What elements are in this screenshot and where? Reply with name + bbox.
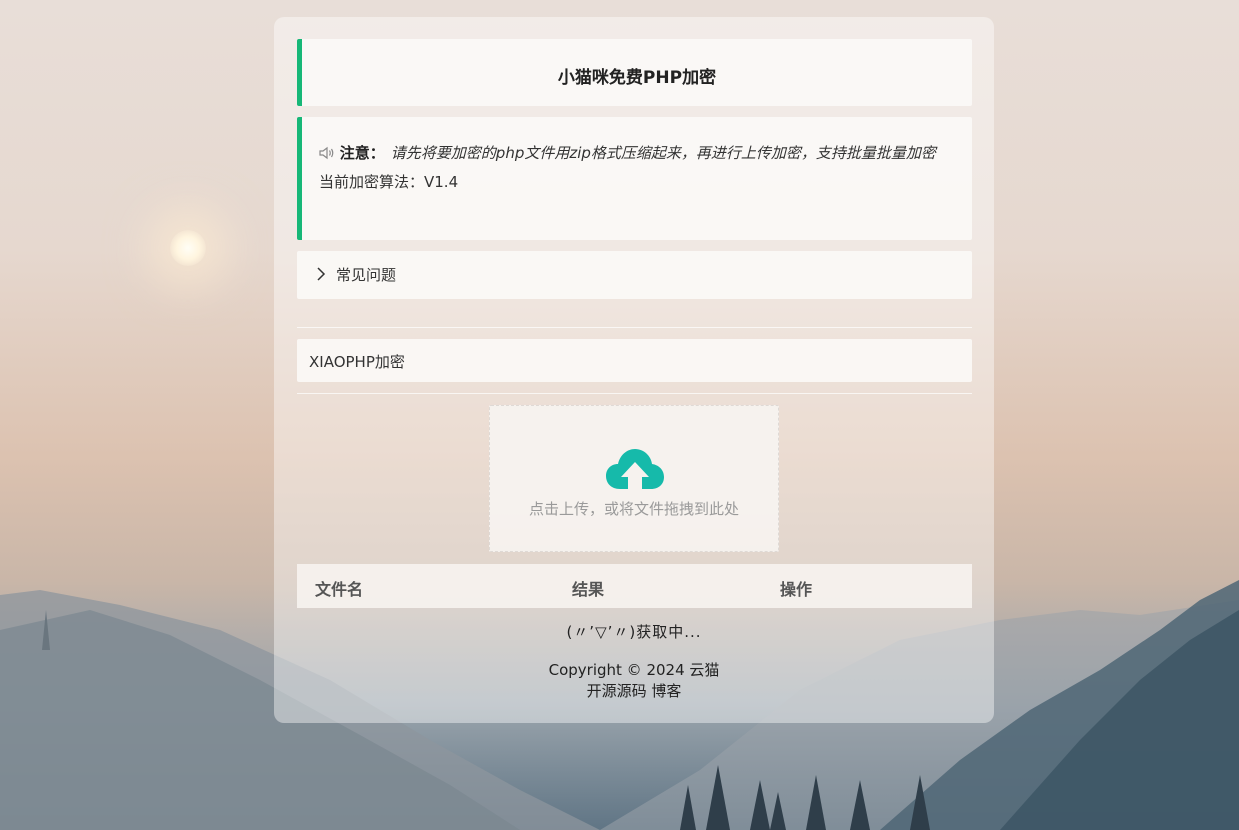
footer-links: 开源源码 博客 — [274, 681, 994, 702]
notice-label: 注意： — [339, 144, 385, 162]
column-header-result: 结果 — [572, 580, 605, 599]
page-title: 小猫咪免费PHP加密 — [557, 68, 717, 88]
column-header-action: 操作 — [780, 580, 813, 599]
upload-hint: 点击上传，或将文件拖拽到此处 — [528, 500, 739, 518]
open-source-link[interactable]: 开源源码 — [587, 682, 647, 700]
column-header-filename: 文件名 — [315, 580, 364, 599]
notice-message: 请先将要加密的php文件用zip格式压缩起来，再进行上传加密，支持批量批量加密 — [390, 144, 936, 162]
encryption-mode-label: XIAOPHP加密 — [309, 353, 405, 371]
divider — [297, 393, 972, 394]
blog-link[interactable]: 博客 — [651, 682, 681, 700]
algorithm-version: 当前加密算法：V1.4 — [319, 173, 459, 191]
sun-decoration — [170, 230, 206, 266]
loading-status: (〃’▽’〃)获取中... — [566, 623, 702, 641]
notice-line: 注意： 请先将要加密的php文件用zip格式压缩起来，再进行上传加密，支持批量批量… — [319, 139, 954, 168]
cloud-upload-icon — [606, 449, 664, 489]
speaker-icon — [319, 146, 334, 160]
faq-collapse[interactable]: 常见问题 — [297, 251, 972, 299]
chevron-right-icon — [317, 267, 326, 281]
file-table-header: 文件名 结果 操作 — [297, 564, 972, 608]
main-card: 小猫咪免费PHP加密 注意： 请先将要加密的php文件用zip格式压缩起来，再进行… — [274, 17, 994, 723]
copyright-text: Copyright © 2024 云猫 — [548, 661, 720, 679]
footer: Copyright © 2024 云猫 开源源码 博客 — [274, 660, 994, 702]
upload-dropzone[interactable]: 点击上传，或将文件拖拽到此处 — [489, 405, 779, 552]
title-panel: 小猫咪免费PHP加密 — [297, 39, 972, 106]
encryption-mode-field: XIAOPHP加密 — [297, 339, 972, 382]
notice-panel: 注意： 请先将要加密的php文件用zip格式压缩起来，再进行上传加密，支持批量批量… — [297, 117, 972, 240]
faq-label: 常见问题 — [336, 266, 397, 284]
divider — [297, 327, 972, 328]
